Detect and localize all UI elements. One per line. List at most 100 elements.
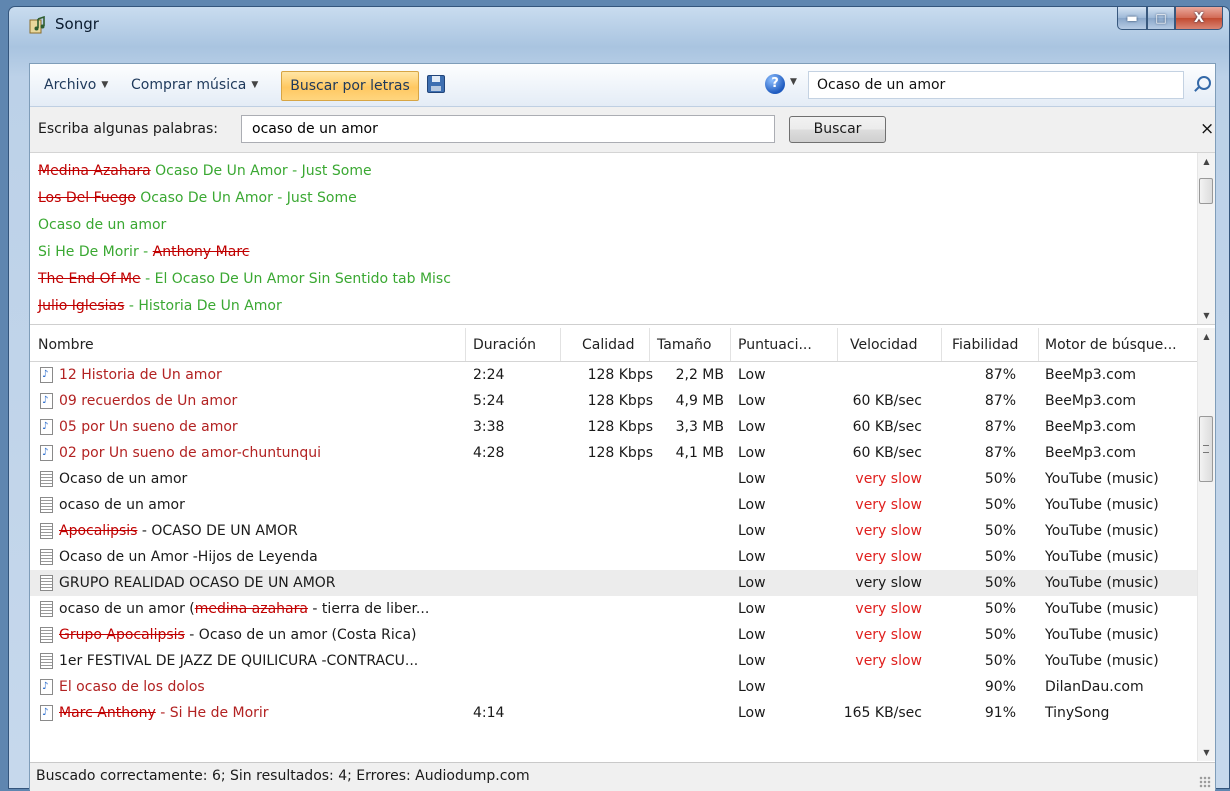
table-row[interactable]: Grupo Apocalipsis - Ocaso de un amor (Co…	[30, 622, 1198, 648]
search-button[interactable]: Buscar	[789, 116, 886, 143]
row-name-text: 05 por Un sueno de amor	[59, 419, 238, 435]
row-name: Grupo Apocalipsis - Ocaso de un amor (Co…	[59, 622, 417, 648]
row-score: Low	[738, 445, 766, 461]
lyrics-search-bar: Escriba algunas palabras: Buscar ×	[30, 107, 1215, 153]
row-quality: 128 Kbps	[587, 367, 653, 383]
resize-grip-icon[interactable]	[1199, 776, 1211, 788]
row-score: Low	[738, 419, 766, 435]
row-duration: 4:28	[473, 445, 505, 461]
row-name-text: Ocaso de un Amor -Hijos de Leyenda	[59, 549, 318, 565]
struck-artist: Julio Iglesias	[38, 298, 125, 314]
suggestion-item[interactable]: The End Of Me - El Ocaso De Un Amor Sin …	[38, 266, 451, 293]
row-name: Marc Anthony - Si He de Morir	[59, 700, 269, 726]
maximize-button[interactable]: □	[1147, 7, 1175, 30]
struck-artist: medina azahara	[194, 601, 308, 617]
row-name: 1er FESTIVAL DE JAZZ DE QUILICURA -CONTR…	[59, 648, 418, 674]
row-engine: YouTube (music)	[1045, 575, 1159, 591]
row-duration: 2:24	[473, 367, 505, 383]
row-reliability: 50%	[984, 523, 1016, 539]
table-row[interactable]: Ocaso de un Amor -Hijos de Leyenda Low ver…	[30, 544, 1198, 570]
row-reliability: 50%	[984, 653, 1016, 669]
search-icon[interactable]	[1197, 76, 1211, 90]
table-row[interactable]: 02 por Un sueno de amor-chuntunqui 4:28 12…	[30, 440, 1198, 466]
table-row[interactable]: El ocaso de los dolos Low 90% DilanDau.com	[30, 674, 1198, 700]
close-window-button[interactable]: X	[1175, 7, 1223, 30]
row-engine: DilanDau.com	[1045, 679, 1144, 695]
column-header-engine[interactable]: Motor de búsque...	[1045, 337, 1177, 353]
suggestions-scrollbar[interactable]: ▲ ▼	[1197, 153, 1215, 324]
row-quality: 128 Kbps	[587, 393, 653, 409]
scroll-up-icon[interactable]: ▲	[1198, 153, 1215, 170]
row-engine: BeeMp3.com	[1045, 393, 1137, 409]
lyrics-input[interactable]	[241, 115, 775, 143]
table-row[interactable]: ocaso de un amor (medina azahara - tierr…	[30, 596, 1198, 622]
table-row[interactable]: 09 recuerdos de Un amor 5:24 128 Kbps 4,9 M…	[30, 388, 1198, 414]
table-row[interactable]: Apocalipsis - OCASO DE UN AMOR Low very sl…	[30, 518, 1198, 544]
table-row[interactable]: Marc Anthony - Si He de Morir 4:14 Low 165 …	[30, 700, 1198, 726]
minimize-button[interactable]: ▬	[1117, 7, 1147, 30]
row-name: 05 por Un sueno de amor	[59, 414, 238, 440]
scroll-down-icon[interactable]: ▼	[1198, 307, 1215, 324]
row-speed: very slow	[855, 471, 922, 487]
app-window: Songr ▬ □ X Archivo ▼ Comprar música ▼ Bus…	[8, 6, 1230, 791]
audio-file-icon	[40, 388, 53, 414]
row-score: Low	[738, 549, 766, 565]
column-header-quality[interactable]: Calidad	[582, 337, 635, 353]
title-bar[interactable]: Songr ▬ □ X	[9, 7, 1229, 43]
audio-file-icon	[40, 362, 53, 388]
column-header-duration[interactable]: Duración	[473, 337, 536, 353]
suggestion-text: Ocaso de un amor	[38, 217, 167, 233]
save-icon[interactable]	[427, 75, 445, 93]
table-row[interactable]: 12 Historia de Un amor 2:24 128 Kbps 2,2 MB…	[30, 362, 1198, 388]
row-engine: BeeMp3.com	[1045, 445, 1137, 461]
row-speed: very slow	[855, 627, 922, 643]
column-header-reliability[interactable]: Fiabilidad	[952, 337, 1018, 353]
row-engine: YouTube (music)	[1045, 471, 1159, 487]
row-score: Low	[738, 705, 766, 721]
suggestion-item[interactable]: Los Del Fuego Ocaso De Un Amor - Just So…	[38, 185, 451, 212]
close-lyrics-bar-icon[interactable]: ×	[1200, 119, 1214, 139]
struck-artist: Marc Anthony	[59, 705, 156, 721]
row-reliability: 50%	[984, 601, 1016, 617]
row-score: Low	[738, 523, 766, 539]
row-name-text: 12 Historia de Un amor	[59, 367, 222, 383]
scrollbar-thumb[interactable]	[1199, 416, 1213, 482]
table-row[interactable]: ocaso de un amor Low very slow 50% YouTube (…	[30, 492, 1198, 518]
results-scrollbar[interactable]: ▲ ▼	[1197, 328, 1215, 761]
row-reliability: 50%	[984, 575, 1016, 591]
suggestion-item[interactable]: Si He De Morir - Anthony Marc	[38, 239, 451, 266]
table-row[interactable]: GRUPO REALIDAD OCASO DE UN AMOR Low very s…	[30, 570, 1198, 596]
row-engine: BeeMp3.com	[1045, 419, 1137, 435]
row-duration: 4:14	[473, 705, 505, 721]
column-header-score[interactable]: Puntuaci...	[738, 337, 812, 353]
column-header-speed[interactable]: Velocidad	[850, 337, 918, 353]
row-engine: TinySong	[1045, 705, 1110, 721]
row-score: Low	[738, 393, 766, 409]
scrollbar-thumb[interactable]	[1199, 178, 1213, 204]
column-header-size[interactable]: Tamaño	[657, 337, 711, 353]
row-reliability: 50%	[984, 627, 1016, 643]
help-icon[interactable]: ?	[765, 74, 785, 94]
table-row[interactable]: 1er FESTIVAL DE JAZZ DE QUILICURA -CONTR…	[30, 648, 1198, 674]
chevron-down-icon[interactable]: ▼	[790, 77, 797, 87]
suggestion-item[interactable]: Medina Azahara Ocaso De Un Amor - Just S…	[38, 158, 451, 185]
suggestion-item[interactable]: Ocaso de un amor	[38, 212, 451, 239]
table-row[interactable]: Ocaso de un amor Low very slow 50% YouTube (…	[30, 466, 1198, 492]
struck-artist: Anthony Marc	[152, 244, 250, 260]
row-score: Low	[738, 497, 766, 513]
row-name-text: El ocaso de los dolos	[59, 679, 205, 695]
scroll-up-icon[interactable]: ▲	[1198, 328, 1215, 345]
buy-music-menu[interactable]: Comprar música ▼	[131, 74, 258, 96]
scroll-down-icon[interactable]: ▼	[1198, 744, 1215, 761]
buy-music-label: Comprar música	[131, 77, 247, 93]
minimize-icon: ▬	[1126, 11, 1138, 25]
search-by-lyrics-button[interactable]: Buscar por letras	[281, 71, 419, 101]
search-input[interactable]	[808, 71, 1184, 99]
file-menu[interactable]: Archivo ▼	[44, 74, 108, 96]
suggestion-item[interactable]: Julio Iglesias - Historia De Un Amor	[38, 293, 451, 320]
row-speed: 60 KB/sec	[852, 419, 922, 435]
column-header-name[interactable]: Nombre	[38, 337, 94, 353]
row-name-text: 1er FESTIVAL DE JAZZ DE QUILICURA -CONTR…	[59, 653, 419, 669]
table-row[interactable]: 05 por Un sueno de amor 3:38 128 Kbps 3,3 M…	[30, 414, 1198, 440]
struck-artist: The End Of Me	[38, 271, 141, 287]
